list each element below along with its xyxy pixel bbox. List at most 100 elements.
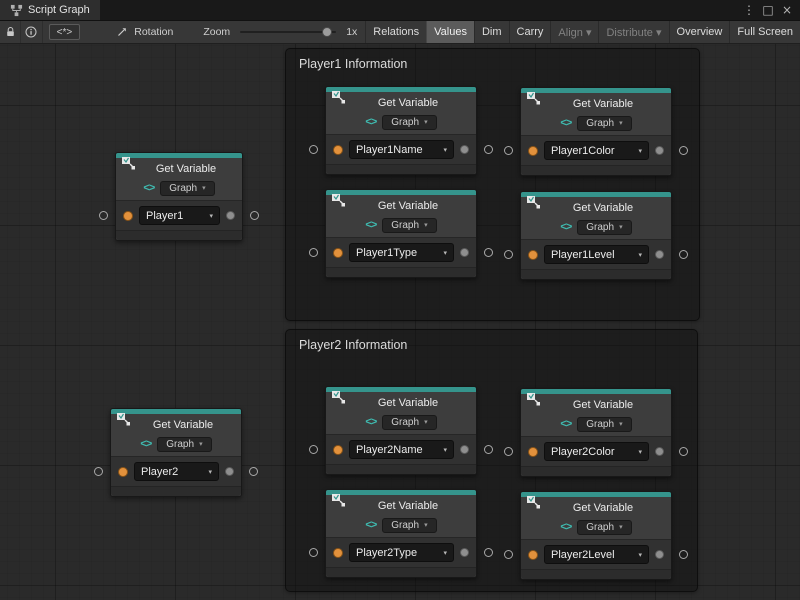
input-connection-port[interactable] [504,447,513,456]
input-connection-port[interactable] [309,445,318,454]
get-variable-node[interactable]: Get Variable <> Graph Player1Level [520,191,672,280]
graph-dropdown[interactable]: Graph [382,218,436,233]
graph-dropdown[interactable]: Graph [577,417,631,432]
value-output-dot[interactable] [460,548,469,557]
values-button[interactable]: Values [426,21,474,43]
node-title: Get Variable [573,502,633,514]
value-input-port[interactable] [123,211,133,221]
node-subheader: <> Graph [521,114,671,135]
rotation-control[interactable]: Rotation [108,21,181,43]
group-title[interactable]: Player1 Information [286,49,699,79]
graph-dropdown[interactable]: Graph [160,181,214,196]
output-connection-port[interactable] [249,467,258,476]
get-variable-node[interactable]: Get Variable <> Graph Player2 [110,408,242,497]
get-variable-node[interactable]: Get Variable <> Graph Player1 [115,152,243,241]
output-connection-port[interactable] [679,146,688,155]
variable-dropdown[interactable]: Player2Level [544,545,649,564]
value-input-port[interactable] [333,145,343,155]
node-title: Get Variable [573,399,633,411]
maximize-icon[interactable]: □ [759,1,777,19]
graph-canvas[interactable]: Player1 Information Player2 Information … [0,44,800,600]
input-connection-port[interactable] [504,550,513,559]
dim-button[interactable]: Dim [474,21,509,43]
variable-dropdown[interactable]: Player1Name [349,140,454,159]
value-input-port[interactable] [118,467,128,477]
graph-dropdown[interactable]: Graph [577,116,631,131]
full-screen-button[interactable]: Full Screen [729,21,800,43]
output-connection-port[interactable] [484,145,493,154]
input-connection-port[interactable] [309,548,318,557]
value-output-dot[interactable] [460,248,469,257]
value-output-dot[interactable] [655,146,664,155]
value-input-port[interactable] [333,548,343,558]
value-input-port[interactable] [528,146,538,156]
value-input-port[interactable] [528,447,538,457]
get-variable-node[interactable]: Get Variable <> Graph Player2Type [325,489,477,578]
variable-icon [330,89,346,105]
node-footer [521,269,671,279]
variable-dropdown[interactable]: Player2Name [349,440,454,459]
lock-button[interactable] [0,21,21,43]
output-connection-port[interactable] [250,211,259,220]
variable-dropdown[interactable]: Player1Color [544,141,649,160]
variable-dropdown[interactable]: Player1 [139,206,220,225]
graph-dropdown[interactable]: Graph [382,115,436,130]
zoom-slider[interactable] [240,31,336,33]
graph-dropdown[interactable]: Graph [382,518,436,533]
output-connection-port[interactable] [679,447,688,456]
output-connection-port[interactable] [484,248,493,257]
output-connection-port[interactable] [679,550,688,559]
value-output-dot[interactable] [460,445,469,454]
get-variable-node[interactable]: Get Variable <> Graph Player2Color [520,388,672,477]
tab-script-graph[interactable]: Script Graph [0,0,100,20]
node-header: Get Variable [521,93,671,114]
input-connection-port[interactable] [309,248,318,257]
graph-dropdown[interactable]: Graph [577,220,631,235]
code-toggle-button[interactable]: <*> [49,24,81,40]
get-variable-node[interactable]: Get Variable <> Graph Player1Type [325,189,477,278]
value-input-port[interactable] [333,248,343,258]
input-connection-port[interactable] [504,250,513,259]
value-input-port[interactable] [333,445,343,455]
node-port-row: Player1Color [521,135,671,165]
get-variable-node[interactable]: Get Variable <> Graph Player2Level [520,491,672,580]
graph-dropdown[interactable]: Graph [577,520,631,535]
relations-button[interactable]: Relations [365,21,426,43]
output-connection-port[interactable] [484,548,493,557]
get-variable-node[interactable]: Get Variable <> Graph Player1Color [520,87,672,176]
align-dropdown-button[interactable]: Align ▾ [550,21,598,43]
value-output-dot[interactable] [225,467,234,476]
value-output-dot[interactable] [460,145,469,154]
output-connection-port[interactable] [679,250,688,259]
group-title[interactable]: Player2 Information [286,330,697,360]
distribute-dropdown-button[interactable]: Distribute ▾ [598,21,668,43]
input-connection-port[interactable] [309,145,318,154]
variable-dropdown[interactable]: Player1Type [349,243,454,262]
zoom-slider-thumb[interactable] [322,27,332,37]
variable-dropdown[interactable]: Player2Type [349,543,454,562]
node-subheader: <> Graph [521,218,671,239]
get-variable-node[interactable]: Get Variable <> Graph Player2Name [325,386,477,475]
input-connection-port[interactable] [94,467,103,476]
input-connection-port[interactable] [504,146,513,155]
carry-button[interactable]: Carry [509,21,551,43]
value-input-port[interactable] [528,550,538,560]
value-input-port[interactable] [528,250,538,260]
info-button[interactable] [21,21,42,43]
graph-dropdown[interactable]: Graph [382,415,436,430]
value-output-dot[interactable] [655,447,664,456]
variable-dropdown[interactable]: Player2 [134,462,219,481]
value-output-dot[interactable] [655,250,664,259]
variable-dropdown[interactable]: Player1Level [544,245,649,264]
input-connection-port[interactable] [99,211,108,220]
value-output-dot[interactable] [226,211,235,220]
value-output-dot[interactable] [655,550,664,559]
graph-dropdown[interactable]: Graph [157,437,211,452]
overview-button[interactable]: Overview [669,21,730,43]
window-menu-icon[interactable]: ⋮ [740,1,758,19]
node-port-row: Player1Type [326,237,476,267]
variable-dropdown[interactable]: Player2Color [544,442,649,461]
output-connection-port[interactable] [484,445,493,454]
get-variable-node[interactable]: Get Variable <> Graph Player1Name [325,86,477,175]
close-icon[interactable]: × [778,1,796,19]
